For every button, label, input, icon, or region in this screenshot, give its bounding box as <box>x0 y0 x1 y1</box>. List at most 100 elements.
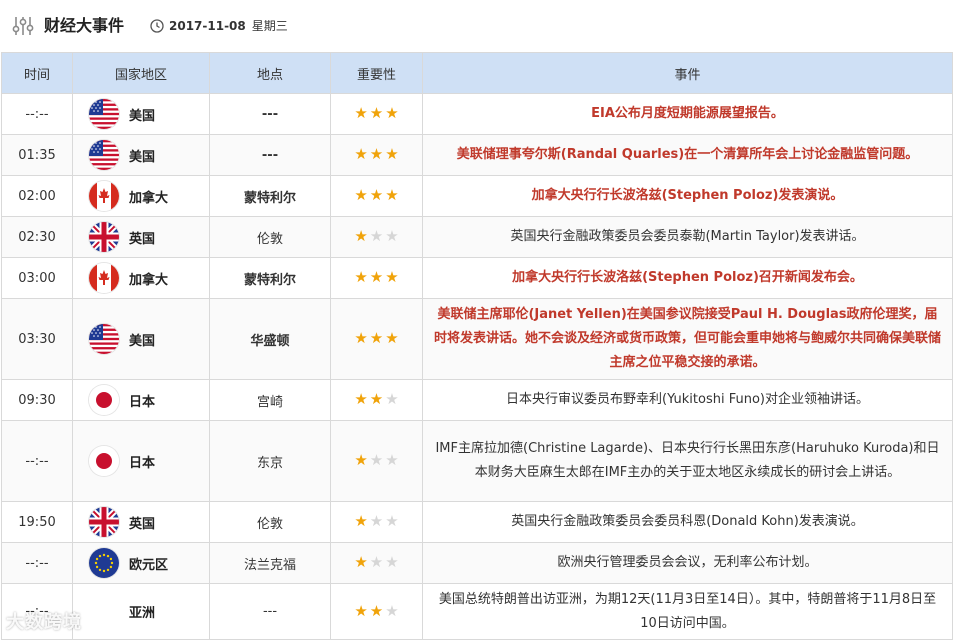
table-row[interactable]: 19:50 英国 伦敦 ★ ★ ★ 英国央行金融政策委员会委员科恩(Donald Kohn)… <box>1 501 953 543</box>
cell-place: 蒙特利尔 <box>209 257 331 299</box>
cell-importance: ★ ★ ★ <box>330 501 423 543</box>
cell-importance: ★ ★ ★ <box>330 420 423 502</box>
table-row[interactable]: 09:30 日本 宫崎 ★ ★ ★ 日本央行审议委员布野幸利(Yukitoshi Funo)… <box>1 379 953 421</box>
cell-time: 19:50 <box>1 501 73 543</box>
star-empty-icon: ★ <box>385 601 399 620</box>
cell-importance: ★ ★ ★ <box>330 93 423 135</box>
table-row[interactable]: --:-- 日本 东京 ★ ★ ★ IMF主席拉加德(Christine Lagarde)、… <box>1 420 953 502</box>
cell-time: --:-- <box>1 93 73 135</box>
star-empty-icon: ★ <box>385 227 399 245</box>
star-filled-icon: ★ <box>385 145 399 163</box>
settings-sliders-icon[interactable] <box>11 14 35 38</box>
cell-time: --:-- <box>1 420 73 502</box>
star-empty-icon: ★ <box>369 512 384 530</box>
cell-importance: ★ ★ ★ <box>330 298 423 380</box>
country-name: 亚洲 <box>129 606 156 621</box>
uk-flag-icon <box>89 222 119 252</box>
cell-time: 02:30 <box>1 216 73 258</box>
country-name: 美国 <box>129 333 156 349</box>
cell-importance: ★ ★ ★ <box>330 583 423 640</box>
cell-event: 日本央行审议委员布野幸利(Yukitoshi Funo)对企业领袖讲话。 <box>422 379 953 421</box>
cell-time: 02:00 <box>1 175 73 217</box>
weekday-value: 星期三 <box>251 19 288 33</box>
cell-importance: ★ ★ ★ <box>330 134 423 176</box>
cell-event: 欧洲央行管理委员会会议，无利率公布计划。 <box>422 542 953 584</box>
star-empty-icon: ★ <box>385 553 399 571</box>
cell-place: --- <box>209 134 331 176</box>
table-header-row: 时间 国家地区 地点 重要性 事件 <box>1 52 953 94</box>
star-filled-icon: ★ <box>354 451 368 469</box>
importance-stars: ★ ★ ★ <box>354 270 398 285</box>
cell-importance: ★ ★ ★ <box>330 175 423 217</box>
cell-event: 美联储理事夸尔斯(Randal Quarles)在一个清算所年会上讨论金融监管问… <box>422 134 953 176</box>
star-filled-icon: ★ <box>369 104 384 122</box>
star-filled-icon: ★ <box>385 104 399 122</box>
importance-stars: ★ ★ ★ <box>354 601 399 620</box>
cell-country: 美国 <box>72 93 210 135</box>
column-header-time: 时间 <box>1 52 73 94</box>
country-name: 日本 <box>129 455 156 471</box>
date-display: 2017-11-08 星期三 <box>169 17 288 35</box>
star-filled-icon: ★ <box>369 390 384 408</box>
cell-time: 09:30 <box>1 379 73 421</box>
cell-importance: ★ ★ ★ <box>330 257 423 299</box>
cell-place: 蒙特利尔 <box>209 175 331 217</box>
country-name: 英国 <box>129 231 156 247</box>
table-row[interactable]: 03:00 加拿大 蒙特利尔 ★ ★ ★ 加拿大央行行长波洛兹(Stephen Poloz)… <box>1 257 953 299</box>
table-row[interactable]: --:-- 亚洲 --- ★ ★ ★ 美国总统特朗普出访亚洲，为期12天(11月3日至14日… <box>1 583 953 640</box>
cell-place: 法兰克福 <box>209 542 331 584</box>
table-row[interactable]: --:-- 欧元区 法兰克福 ★ ★ ★ 欧洲央行管理委员会会议，无利率公布计划。 <box>1 542 953 584</box>
country-name: 欧元区 <box>129 557 169 573</box>
country-name: 美国 <box>129 149 156 165</box>
cell-place: 宫崎 <box>209 379 331 421</box>
star-filled-icon: ★ <box>354 268 368 286</box>
cell-time: 03:00 <box>1 257 73 299</box>
table-row[interactable]: 01:35 美国 --- ★ ★ ★ 美联储理事夸尔斯(Randal Quarles)在一个… <box>1 134 953 176</box>
star-filled-icon: ★ <box>354 601 368 620</box>
flag-placeholder <box>89 597 119 627</box>
importance-stars: ★ ★ ★ <box>354 392 398 407</box>
us-flag-icon <box>89 324 119 354</box>
star-filled-icon: ★ <box>369 145 384 163</box>
star-filled-icon: ★ <box>369 601 384 620</box>
cell-event: IMF主席拉加德(Christine Lagarde)、日本央行行长黑田东彦(H… <box>422 420 953 502</box>
japan-flag-icon <box>89 446 119 476</box>
cell-place: --- <box>209 583 331 640</box>
cell-importance: ★ ★ ★ <box>330 216 423 258</box>
importance-stars: ★ ★ ★ <box>354 229 398 244</box>
star-filled-icon: ★ <box>385 268 399 286</box>
cell-country: 欧元区 <box>72 542 210 584</box>
canada-flag-icon <box>89 181 119 211</box>
top-bar: 财经大事件 2017-11-08 星期三 <box>0 0 953 52</box>
star-filled-icon: ★ <box>354 104 368 122</box>
canada-flag-icon <box>89 263 119 293</box>
cell-country: 亚洲 <box>72 583 210 640</box>
star-empty-icon: ★ <box>369 227 384 245</box>
cell-event: 加拿大央行行长波洛兹(Stephen Poloz)召开新闻发布会。 <box>422 257 953 299</box>
star-empty-icon: ★ <box>385 451 399 469</box>
star-empty-icon: ★ <box>385 390 399 408</box>
cell-event: EIA公布月度短期能源展望报告。 <box>422 93 953 135</box>
column-header-importance: 重要性 <box>330 52 423 94</box>
cell-event: 美联储主席耶伦(Janet Yellen)在美国参议院接受Paul H. Dou… <box>422 298 953 380</box>
cell-country: 日本 <box>72 379 210 421</box>
date-value: 2017-11-08 <box>169 19 246 33</box>
importance-stars: ★ ★ ★ <box>354 106 398 121</box>
star-empty-icon: ★ <box>385 512 399 530</box>
star-filled-icon: ★ <box>354 553 368 571</box>
importance-stars: ★ ★ ★ <box>354 555 398 570</box>
country-name: 加拿大 <box>129 272 169 288</box>
table-row[interactable]: 02:30 英国 伦敦 ★ ★ ★ 英国央行金融政策委员会委员泰勒(Martin Taylo… <box>1 216 953 258</box>
column-header-event: 事件 <box>422 52 953 94</box>
cell-place: 伦敦 <box>209 216 331 258</box>
cell-place: 华盛顿 <box>209 298 331 380</box>
table-row[interactable]: --:-- 美国 --- ★ ★ ★ EIA公布月度短期能源展望报告。 <box>1 93 953 135</box>
us-flag-icon <box>89 140 119 170</box>
column-header-place: 地点 <box>209 52 331 94</box>
events-table: 时间 国家地区 地点 重要性 事件 --:-- 美国 --- ★ ★ ★ EIA公布月度短期… <box>1 52 953 640</box>
cell-country: 加拿大 <box>72 175 210 217</box>
table-row[interactable]: 02:00 加拿大 蒙特利尔 ★ ★ ★ 加拿大央行行长波洛兹(Stephen Poloz)… <box>1 175 953 217</box>
table-body: --:-- 美国 --- ★ ★ ★ EIA公布月度短期能源展望报告。 01:35 美国 --- ★… <box>1 93 953 640</box>
page-title: 财经大事件 <box>44 16 125 35</box>
table-row[interactable]: 03:30 美国 华盛顿 ★ ★ ★ 美联储主席耶伦(Janet Yellen)在美国参议院… <box>1 298 953 380</box>
